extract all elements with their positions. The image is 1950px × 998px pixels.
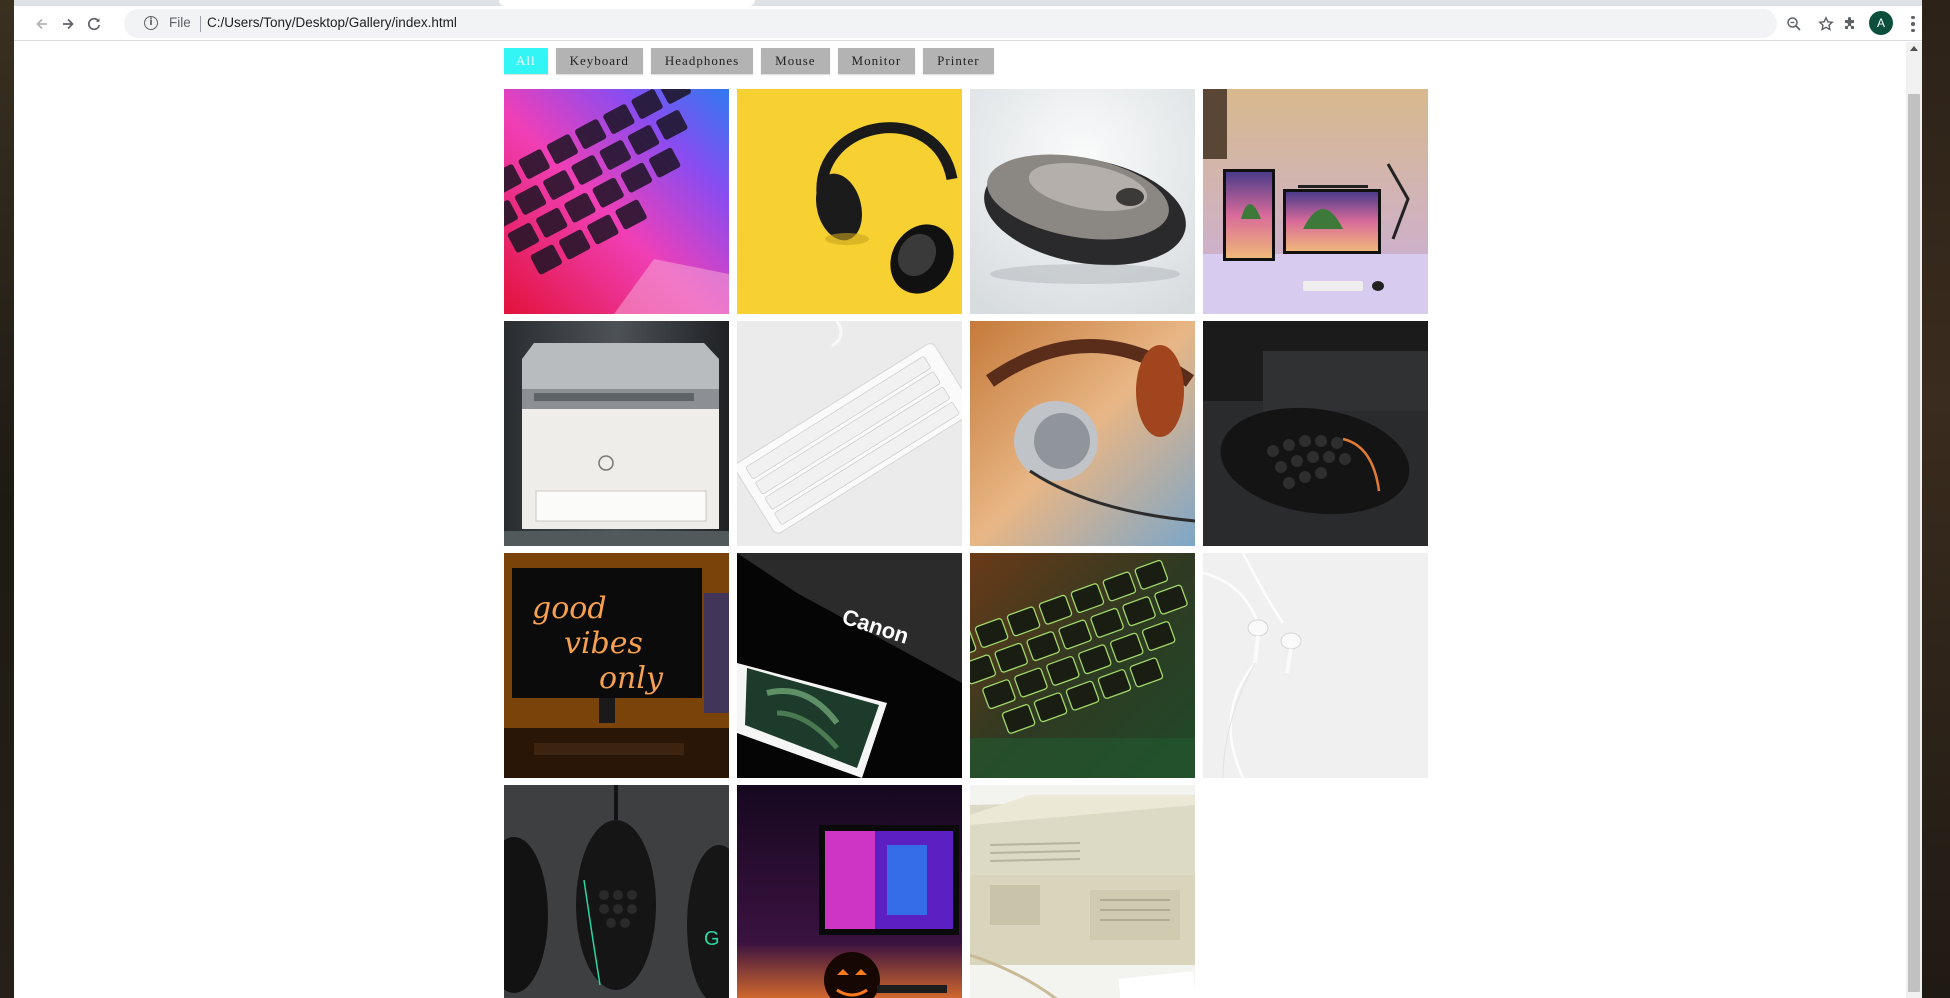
gallery-image-monitor[interactable] (1203, 89, 1428, 314)
gallery-image-headphones[interactable] (737, 89, 962, 314)
gallery-image-mouse[interactable] (970, 89, 1195, 314)
gallery-image-mouse[interactable] (1203, 321, 1428, 546)
gallery-image-mouse[interactable]: G (504, 785, 729, 998)
filter-monitor-button[interactable]: Monitor (837, 48, 916, 74)
filter-headphones-button[interactable]: Headphones (650, 48, 754, 74)
info-icon[interactable]: i (144, 16, 158, 30)
gallery-image-printer[interactable]: Canon (737, 553, 962, 778)
desktop-background-left (0, 0, 14, 998)
address-separator (200, 16, 201, 32)
filter-all-button[interactable]: All (504, 48, 548, 74)
gallery-image-keyboard[interactable] (737, 321, 962, 546)
gallery-image-monitor[interactable] (737, 785, 962, 998)
gallery-image-headphones[interactable] (970, 321, 1195, 546)
forward-icon[interactable] (54, 10, 82, 38)
star-icon[interactable] (1814, 13, 1838, 35)
gallery-image-keyboard[interactable] (504, 89, 729, 314)
url-text[interactable]: C:/Users/Tony/Desktop/Gallery/index.html (207, 15, 457, 30)
filter-bar: All Keyboard Headphones Mouse Monitor Pr… (504, 48, 994, 74)
filter-mouse-button[interactable]: Mouse (761, 48, 830, 74)
scroll-up-arrow-icon[interactable] (1910, 46, 1918, 51)
zoom-icon[interactable] (1782, 13, 1806, 35)
extensions-icon[interactable] (1836, 10, 1864, 38)
gallery-image-monitor[interactable]: good vibes only (504, 553, 729, 778)
browser-window: i File C:/Users/Tony/Desktop/Gallery/ind… (14, 0, 1922, 998)
filter-printer-button[interactable]: Printer (923, 48, 994, 74)
scrollbar-thumb[interactable] (1908, 94, 1920, 992)
menu-icon[interactable] (1903, 10, 1923, 38)
reload-icon[interactable] (80, 10, 108, 38)
back-icon[interactable] (28, 10, 56, 38)
svg-text:G: G (704, 928, 720, 950)
profile-avatar[interactable]: A (1869, 11, 1893, 35)
desktop-background-right (1922, 0, 1950, 998)
gallery-image-keyboard[interactable] (970, 553, 1195, 778)
filter-keyboard-button[interactable]: Keyboard (555, 48, 643, 74)
gallery-image-headphones[interactable] (1203, 553, 1428, 778)
vertical-scrollbar[interactable] (1906, 42, 1922, 998)
svg-text:vibes: vibes (564, 626, 643, 661)
gallery-image-printer[interactable] (504, 321, 729, 546)
gallery-image-printer[interactable] (970, 785, 1195, 998)
browser-toolbar: i File C:/Users/Tony/Desktop/Gallery/ind… (14, 6, 1922, 41)
svg-text:good: good (532, 591, 607, 626)
address-bar[interactable]: i File C:/Users/Tony/Desktop/Gallery/ind… (124, 9, 1834, 38)
url-scheme-label: File (169, 15, 191, 30)
svg-text:only: only (599, 661, 664, 696)
image-gallery: good vibes only Canon G (504, 89, 1434, 998)
page-viewport: All Keyboard Headphones Mouse Monitor Pr… (14, 42, 1922, 998)
